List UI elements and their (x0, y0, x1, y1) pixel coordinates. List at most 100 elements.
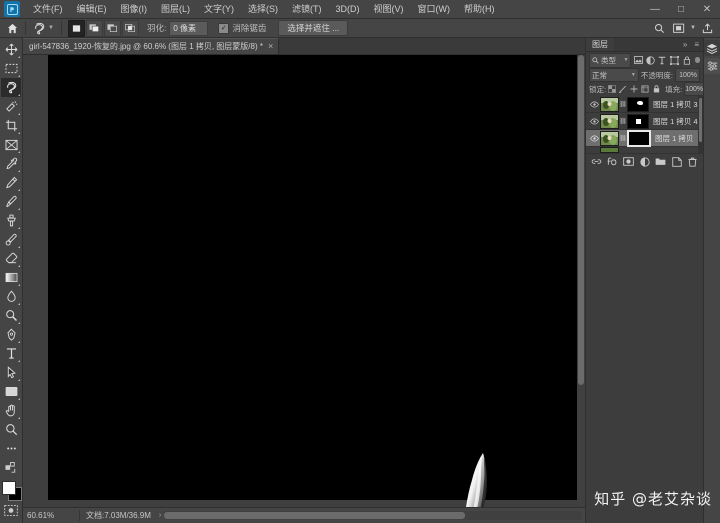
menu-item-select[interactable]: 选择(S) (241, 1, 285, 17)
smart-object-filter-icon[interactable] (682, 54, 692, 66)
lock-all-icon[interactable] (652, 85, 660, 94)
type-filter-icon[interactable] (657, 54, 667, 66)
menu-item-layer[interactable]: 图层(L) (154, 1, 197, 17)
clone-stamp-tool[interactable] (1, 211, 21, 230)
adjustments-rail-icon[interactable] (704, 58, 720, 74)
move-tool[interactable] (1, 40, 21, 59)
rectangle-tool[interactable] (1, 382, 21, 401)
menu-item-help[interactable]: 帮助(H) (457, 1, 502, 17)
minimize-button[interactable]: — (642, 0, 668, 18)
frame-tool[interactable] (1, 135, 21, 154)
layer-thumbnail[interactable] (600, 147, 619, 153)
adjustment-layer-button[interactable] (639, 156, 650, 167)
layer-visibility-icon[interactable] (588, 96, 600, 112)
layer-name[interactable]: 图层 1 拷贝 4 (653, 116, 698, 127)
zoom-level[interactable]: 60.61% (23, 511, 79, 520)
path-selection-tool[interactable] (1, 363, 21, 382)
lock-artboard-icon[interactable] (641, 85, 649, 94)
layer-mask-link-icon[interactable]: ⛓ (619, 132, 627, 145)
layer-mask-link-icon[interactable]: ⛓ (619, 98, 627, 111)
zoom-tool[interactable] (1, 420, 21, 439)
select-and-mask-button[interactable]: 选择并遮住 ... (278, 20, 349, 36)
layer-mask-thumbnail[interactable] (627, 113, 649, 129)
eraser-tool[interactable] (1, 249, 21, 268)
pixel-filter-icon[interactable] (633, 54, 643, 66)
adjustment-filter-icon[interactable] (645, 54, 655, 66)
image-canvas[interactable] (48, 55, 585, 507)
lock-image-icon[interactable] (619, 85, 627, 94)
layer-name[interactable]: 图层 1 拷贝 3 (653, 99, 698, 110)
current-tool-preset[interactable]: ▼ (30, 22, 57, 35)
add-mask-button[interactable] (623, 156, 634, 167)
layer-mask-link-icon[interactable]: ⛓ (619, 115, 627, 128)
layer-list[interactable]: ⛓ 图层 1 拷贝 3 ⛓ 图层 1 拷贝 4 ⛓ 图层 1 拷贝 (586, 96, 703, 153)
foreground-color-swatch[interactable] (2, 481, 16, 495)
edit-toolbar-tool[interactable] (1, 439, 21, 458)
menu-item-type[interactable]: 文字(Y) (197, 1, 241, 17)
crop-tool[interactable] (1, 116, 21, 135)
new-layer-button[interactable] (671, 156, 682, 167)
delete-layer-button[interactable] (687, 156, 698, 167)
filter-type-select[interactable]: 类型 ▼ (589, 52, 632, 68)
status-expand-icon[interactable]: › (159, 512, 161, 519)
home-icon[interactable] (3, 20, 21, 36)
brush-tool[interactable] (1, 192, 21, 211)
menu-item-filter[interactable]: 滤镜(T) (285, 1, 329, 17)
search-icon[interactable] (650, 20, 668, 36)
table-row[interactable]: ⛓ 图层 1 拷贝 (586, 129, 703, 147)
lasso-tool[interactable] (1, 78, 21, 97)
table-row[interactable]: ⛓ 图层 1 拷贝 3 (586, 96, 703, 113)
dodge-tool[interactable] (1, 306, 21, 325)
shape-filter-icon[interactable] (669, 54, 679, 66)
subtract-from-selection-button[interactable] (103, 19, 121, 37)
marquee-tool[interactable] (1, 59, 21, 78)
canvas-vertical-scrollbar[interactable] (577, 55, 585, 507)
close-document-icon[interactable]: × (268, 42, 273, 51)
menu-item-view[interactable]: 视图(V) (367, 1, 411, 17)
table-row-partial[interactable] (586, 147, 703, 153)
layers-rail-icon[interactable] (704, 40, 720, 56)
collapse-panel-icon[interactable]: » (680, 40, 690, 49)
gradient-tool[interactable] (1, 268, 21, 287)
menu-item-image[interactable]: 图像(I) (114, 1, 155, 17)
layer-thumbnail[interactable] (600, 96, 619, 112)
default-colors-icon[interactable] (1, 458, 21, 477)
layer-list-scroll-thumb[interactable] (699, 98, 702, 142)
link-layers-button[interactable] (591, 156, 602, 167)
filter-enable-toggle[interactable] (694, 57, 700, 63)
table-row[interactable]: ⛓ 图层 1 拷贝 4 (586, 113, 703, 130)
layer-mask-thumbnail[interactable] (627, 96, 649, 112)
healing-brush-tool[interactable] (1, 173, 21, 192)
canvas-vertical-scroll-thumb[interactable] (578, 55, 584, 385)
new-group-button[interactable] (655, 156, 666, 167)
history-brush-tool[interactable] (1, 230, 21, 249)
blend-mode-select[interactable]: 正常 ▼ (589, 68, 639, 82)
menu-item-window[interactable]: 窗口(W) (411, 1, 458, 17)
layer-name[interactable]: 图层 1 拷贝 (655, 133, 693, 144)
opacity-input[interactable]: 100% (674, 68, 700, 82)
layer-mask-thumbnail[interactable] (627, 129, 651, 147)
menu-item-file[interactable]: 文件(F) (26, 1, 70, 17)
canvas-viewport[interactable] (23, 55, 585, 507)
quick-mask-icon[interactable] (3, 503, 19, 517)
pen-tool[interactable] (1, 325, 21, 344)
lock-position-icon[interactable] (630, 85, 638, 94)
antialias-checkbox[interactable]: ✓ 消除锯齿 (218, 22, 266, 34)
workspace-icon[interactable] (670, 20, 688, 36)
share-icon[interactable] (698, 20, 716, 36)
layer-list-scrollbar[interactable] (698, 96, 703, 153)
add-to-selection-button[interactable] (85, 19, 103, 37)
quick-selection-tool[interactable] (1, 97, 21, 116)
color-swatches[interactable] (1, 480, 22, 501)
close-button[interactable]: ✕ (694, 0, 720, 18)
layer-thumbnail[interactable] (600, 130, 619, 146)
blur-tool[interactable] (1, 287, 21, 306)
layer-visibility-icon[interactable] (588, 130, 600, 146)
eyedropper-tool[interactable] (1, 154, 21, 173)
canvas-horizontal-scrollbar[interactable] (164, 511, 582, 520)
tab-layers[interactable]: 图层 (586, 38, 614, 51)
workspace-caret-icon[interactable]: ▼ (690, 25, 696, 31)
menu-item-3d[interactable]: 3D(D) (329, 1, 367, 17)
maximize-button[interactable]: □ (668, 0, 694, 18)
menu-item-edit[interactable]: 编辑(E) (70, 1, 114, 17)
